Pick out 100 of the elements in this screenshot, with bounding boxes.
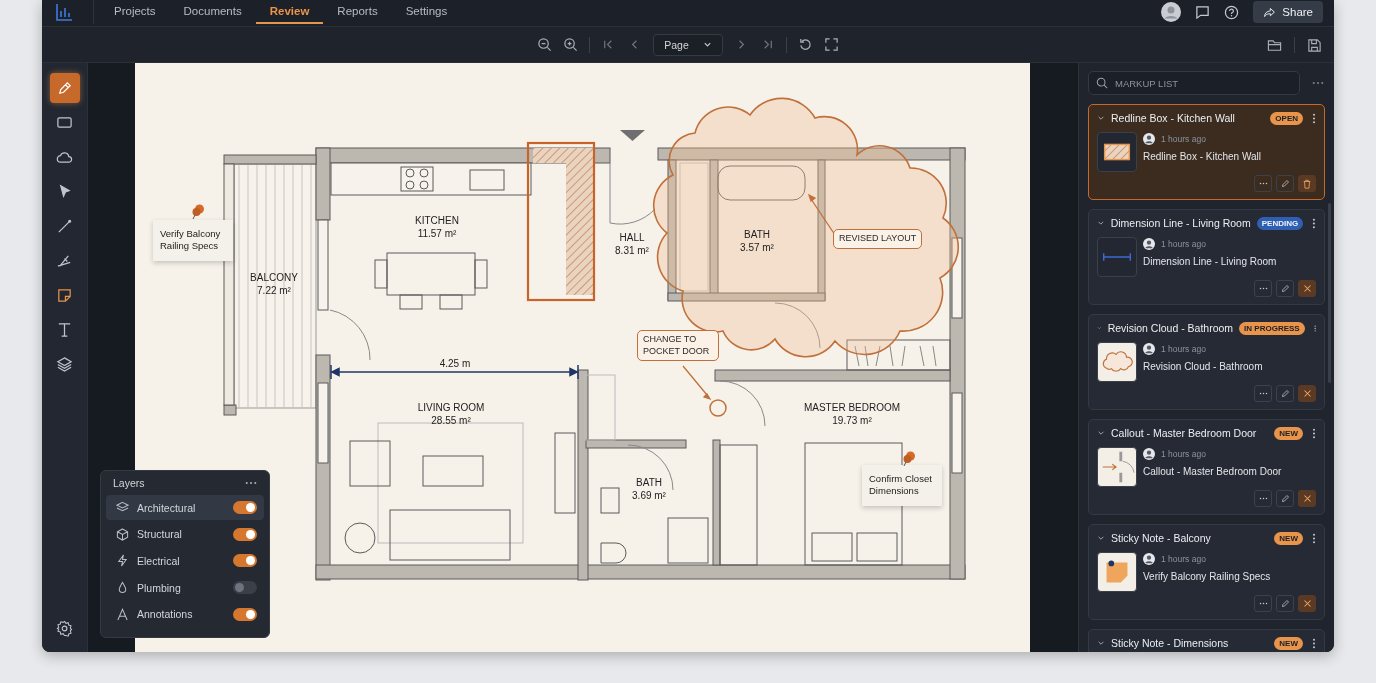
callout-label[interactable]: REVISED LAYOUT <box>833 229 923 249</box>
folder-icon[interactable] <box>1267 37 1282 53</box>
armchair <box>349 440 391 487</box>
avatar-icon <box>1143 448 1155 460</box>
layer-row[interactable]: Architectural <box>106 495 264 520</box>
close-icon <box>1302 494 1312 503</box>
room-name: LIVING ROOM <box>417 402 485 413</box>
edit-button[interactable] <box>1276 280 1294 297</box>
rotate-icon[interactable] <box>797 37 813 52</box>
pillow <box>811 532 853 562</box>
chart-logo-icon[interactable] <box>55 3 73 21</box>
nav-tab[interactable]: Settings <box>391 0 462 24</box>
chevron-icon[interactable] <box>1097 429 1105 437</box>
share-icon <box>1263 5 1277 19</box>
layer-toggle[interactable] <box>233 527 257 541</box>
status-badge: IN PROGRESS <box>1239 321 1305 335</box>
chevron-icon[interactable] <box>1097 534 1105 542</box>
pushpin-icon <box>902 451 916 467</box>
room-area: 7.22 m² <box>257 285 291 296</box>
markup-card[interactable]: Redline Box - Kitchen Wall OPEN 1 hours ago Redline Box - Kitchen Wall <box>1088 104 1325 200</box>
caret-icon <box>702 40 712 49</box>
sticky-note[interactable]: Verify Balcony Railing Specs <box>153 220 233 261</box>
chevron-icon[interactable] <box>1097 219 1105 227</box>
layers-icon <box>116 501 129 514</box>
redline-box[interactable] <box>526 141 596 302</box>
kebab-icon[interactable] <box>1312 217 1316 229</box>
zoom-in-icon[interactable] <box>563 37 579 52</box>
pen-icon <box>56 79 73 97</box>
more-icon[interactable] <box>1312 81 1324 85</box>
markup-card[interactable]: Sticky Note - Balcony NEW 1 hours ago Verify Balcony Railing Specs <box>1088 524 1325 620</box>
chevron-icon[interactable] <box>1097 639 1105 647</box>
help-icon[interactable] <box>1224 4 1240 20</box>
pencil-icon <box>1280 179 1290 188</box>
layer-row[interactable]: Electrical <box>106 548 264 574</box>
nav-tab[interactable]: Reports <box>323 0 392 24</box>
layer-toggle[interactable] <box>233 501 257 514</box>
trash-icon <box>1302 178 1312 189</box>
edit-button[interactable] <box>1276 385 1294 402</box>
kebab-icon[interactable] <box>1312 112 1316 124</box>
markup-title: Redline Box - Kitchen Wall <box>1111 112 1236 124</box>
fullscreen-icon[interactable] <box>823 37 839 52</box>
save-icon[interactable] <box>1307 37 1322 53</box>
sticky-note[interactable]: Confirm Closet Dimensions <box>862 465 942 506</box>
edit-button[interactable] <box>1276 595 1294 612</box>
dismiss-button[interactable] <box>1298 280 1316 297</box>
chevron-icon[interactable] <box>1097 114 1105 122</box>
user-avatar-icon[interactable] <box>1161 2 1182 22</box>
circle-marker[interactable] <box>709 399 727 417</box>
nav-tab[interactable]: Projects <box>100 0 170 24</box>
search-field[interactable]: MARKUP LIST <box>1088 71 1300 95</box>
status-badge: NEW <box>1274 426 1303 440</box>
timestamp: 1 hours ago <box>1161 344 1206 354</box>
room-area: 3.69 m² <box>632 490 666 501</box>
layer-toggle[interactable] <box>233 554 257 568</box>
kebab-icon[interactable] <box>1312 637 1316 649</box>
markup-title: Sticky Note - Dimensions <box>1111 637 1230 649</box>
drop-icon <box>116 581 129 595</box>
markup-card[interactable]: Sticky Note - Dimensions NEW <box>1088 629 1325 652</box>
callout-label[interactable]: CHANGE TO POCKET DOOR <box>637 330 719 362</box>
sink <box>469 169 505 191</box>
comment-icon[interactable] <box>1195 4 1211 20</box>
edit-button[interactable] <box>1276 175 1294 192</box>
share-button[interactable]: Share <box>1253 1 1323 23</box>
edit-button[interactable] <box>1276 490 1294 507</box>
room-name: MASTER BEDROOM <box>803 402 901 413</box>
markup-card[interactable]: Dimension Line - Living Room PENDING 1 hours ago Dimension Line - Living Room <box>1088 209 1325 305</box>
shower-tray <box>667 517 709 564</box>
door-swing <box>774 302 821 349</box>
nav-tab[interactable]: Review <box>255 0 324 24</box>
avatar-icon <box>1143 133 1155 145</box>
markup-card[interactable]: Revision Cloud - Bathroom IN PROGRESS 1 hours ago Revision Cloud - Bathroom <box>1088 314 1325 410</box>
timestamp: 1 hours ago <box>1161 449 1206 459</box>
kebab-icon[interactable] <box>1312 532 1316 544</box>
sticky-note-icon <box>56 286 73 304</box>
kebab-icon[interactable] <box>1312 427 1316 439</box>
avatar-icon <box>1143 343 1155 355</box>
status-badge: NEW <box>1274 531 1303 545</box>
settings-icon[interactable] <box>56 620 73 637</box>
layer-row[interactable]: Annotations <box>106 601 264 627</box>
nav-tab[interactable]: Documents <box>169 0 256 24</box>
room-area: 19.73 m² <box>832 415 872 426</box>
dismiss-button[interactable] <box>1298 490 1316 507</box>
dismiss-button[interactable] <box>1298 385 1316 402</box>
layer-toggle[interactable] <box>233 607 257 621</box>
tool-button[interactable] <box>49 73 80 103</box>
layer-row[interactable]: Plumbing <box>106 575 264 601</box>
zoom-out-icon[interactable] <box>537 37 553 52</box>
layer-toggle[interactable] <box>233 581 257 595</box>
toilet <box>600 542 627 564</box>
room-area: 3.57 m² <box>740 242 774 253</box>
markup-card[interactable]: Callout - Master Bedroom Door NEW 1 hours ago Callout - Master Bedroom Door <box>1088 419 1325 515</box>
delete-button[interactable] <box>1298 175 1316 192</box>
pushpin-icon <box>191 204 205 220</box>
layer-row[interactable]: Structural <box>106 521 264 547</box>
chair <box>439 294 463 310</box>
callout-thumbnail <box>1097 447 1137 487</box>
markup-description: Verify Balcony Railing Specs <box>1143 571 1271 582</box>
page-select[interactable]: Page <box>653 33 723 56</box>
more-icon[interactable] <box>245 481 257 485</box>
dismiss-button[interactable] <box>1298 595 1316 612</box>
